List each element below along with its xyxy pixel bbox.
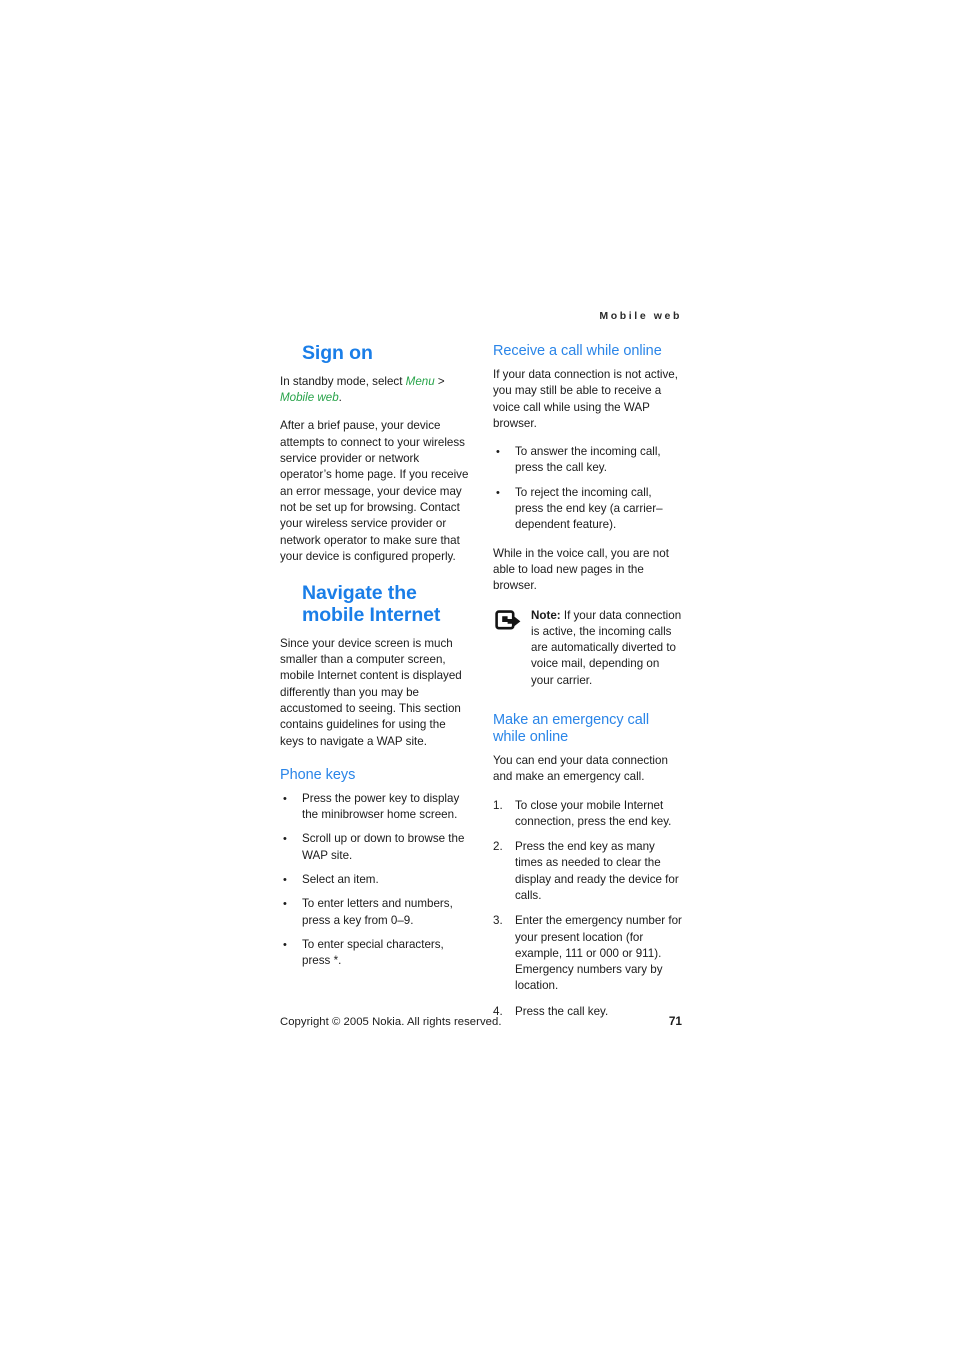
heading-sign-on: Sign on: [302, 342, 373, 364]
note-arrow-icon: [495, 609, 522, 634]
bullet-icon: •: [283, 938, 287, 951]
bullet-icon: •: [283, 833, 287, 846]
bullet-icon: •: [283, 898, 287, 911]
intro-prefix-text: In standby mode, select: [280, 374, 406, 388]
list-item-text: To reject the incoming call, press the e…: [515, 485, 663, 532]
list-item-text: To answer the incoming call, press the c…: [515, 445, 661, 475]
list-item: 2. Press the end key as many times as ne…: [493, 839, 682, 904]
phone-keys-list: • Press the power key to display the min…: [280, 791, 469, 970]
step-text: Press the end key as many times as neede…: [515, 840, 679, 902]
list-item: • To enter special characters, press *.: [280, 937, 469, 970]
heading-navigate-mobile-internet: Navigate the mobile Internet: [302, 582, 441, 626]
list-item: • To answer the incoming call, press the…: [493, 444, 682, 477]
emergency-call-steps: 1. To close your mobile Internet connect…: [493, 798, 682, 1021]
bullet-icon: •: [496, 486, 500, 499]
paragraph-sign-on-detail: After a brief pause, your device attempt…: [280, 419, 469, 563]
list-item: 3. Enter the emergency number for your p…: [493, 913, 682, 994]
list-item-text: To enter special characters, press *.: [302, 937, 444, 968]
list-item-text: To enter letters and numbers, press a ke…: [302, 897, 453, 927]
step-number: 2.: [493, 840, 503, 854]
two-column-body: Sign on In standby mode, select Menu > M…: [280, 342, 682, 1032]
list-item: • To enter letters and numbers, press a …: [280, 896, 469, 929]
heading-phone-keys: Phone keys: [280, 766, 356, 783]
step-number: 3.: [493, 914, 503, 928]
mobile-web-emphasis: Mobile web: [280, 391, 339, 405]
list-item: • Press the power key to display the min…: [280, 791, 469, 824]
list-item-text: Select an item.: [302, 872, 379, 886]
document-page: Mobile web Sign on In standby mode, sele…: [0, 0, 954, 1351]
bullet-icon: •: [283, 792, 287, 805]
intro-suffix: .: [338, 391, 342, 405]
note-label: Note:: [531, 608, 561, 622]
heading-receive-a-call-while-online: Receive a call while online: [493, 343, 662, 359]
page-footer: Copyright © 2005 Nokia. All rights reser…: [280, 1014, 682, 1028]
note-text: Note: If your data connection is active,…: [531, 608, 682, 689]
receive-call-list: • To answer the incoming call, press the…: [493, 444, 682, 533]
page-number: 71: [668, 1014, 682, 1028]
paragraph-voice-call-note: While in the voice call, you are not abl…: [493, 546, 669, 593]
left-column: Sign on In standby mode, select Menu > M…: [280, 342, 469, 981]
paragraph-sign-on-intro: In standby mode, select Menu > Mobile we…: [280, 374, 469, 407]
list-item-text: Scroll up or down to browse the WAP site…: [302, 832, 465, 862]
note-callout: Note: If your data connection is active,…: [493, 608, 682, 689]
list-item: 1. To close your mobile Internet connect…: [493, 798, 682, 831]
copyright-notice: Copyright © 2005 Nokia. All rights reser…: [280, 1016, 502, 1028]
bullet-icon: •: [283, 873, 287, 886]
paragraph-receive-call-intro: If your data connection is not active, y…: [493, 367, 678, 430]
intro-separator: >: [434, 374, 445, 388]
paragraph-navigate-intro: Since your device screen is much smaller…: [280, 636, 462, 748]
step-text: Enter the emergency number for your pres…: [515, 914, 682, 993]
menu-emphasis: Menu: [405, 374, 435, 388]
step-text: To close your mobile Internet connection…: [515, 798, 672, 828]
step-number: 1.: [493, 798, 503, 812]
list-item: • Scroll up or down to browse the WAP si…: [280, 831, 469, 864]
bullet-icon: •: [496, 446, 500, 459]
right-column: Receive a call while online If your data…: [493, 343, 682, 1032]
list-item: • To reject the incoming call, press the…: [493, 485, 682, 534]
heading-make-emergency-call-while-online: Make an emergency call while online: [493, 712, 650, 745]
running-header: Mobile web: [599, 310, 682, 322]
list-item-text: Press the power key to display the minib…: [302, 791, 460, 822]
list-item: • Select an item.: [280, 872, 469, 888]
paragraph-emergency-intro: You can end your data connection and mak…: [493, 753, 668, 784]
